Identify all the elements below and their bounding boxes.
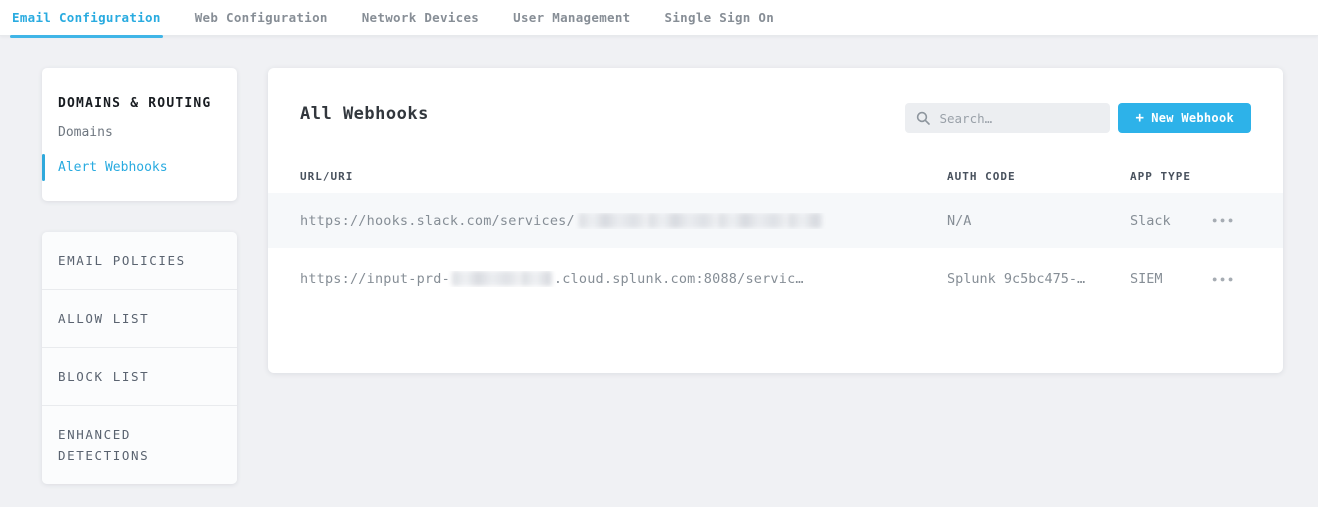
search-icon [916,111,930,125]
column-header-app-type: APP TYPE [1130,170,1208,183]
domains-routing-card: DOMAINS & ROUTING Domains Alert Webhooks [42,68,237,201]
webhook-row-slack: https://hooks.slack.com/services/ N/A Sl… [268,193,1283,248]
tab-network-devices[interactable]: Network Devices [360,0,481,36]
search-input[interactable] [905,103,1110,133]
app-type-cell: Slack [1130,213,1208,229]
new-webhook-button[interactable]: + New Webhook [1118,103,1251,133]
app-type-cell: SIEM [1130,271,1208,287]
search-box [905,103,1110,133]
webhook-url-text: https://input-prd- [300,271,450,287]
auth-code-cell: N/A [947,213,1130,229]
sidebar-item-alert-webhooks[interactable]: Alert Webhooks [42,150,237,185]
webhook-row-splunk: https://input-prd- .cloud.splunk.com:8088… [268,248,1283,310]
sidebar-item-domains[interactable]: Domains [42,115,237,150]
row-actions-button[interactable]: ●●● [1208,210,1240,231]
actions-cell: ●●● [1208,210,1251,231]
actions-cell: ●●● [1208,269,1251,290]
sidebar-item-allow-list[interactable]: ALLOW LIST [42,290,237,348]
table-header: URL/URI AUTH CODE APP TYPE [268,160,1283,193]
webhook-url-cell: https://hooks.slack.com/services/ [300,213,947,229]
sidebar-item-email-policies[interactable]: EMAIL POLICIES [42,232,237,290]
sidebar-item-label: Alert Webhooks [58,160,168,175]
ellipsis-icon: ●●● [1212,274,1236,284]
tab-user-management[interactable]: User Management [511,0,632,36]
webhooks-card: All Webhooks + New Webhook URL/URI AUTH … [268,68,1283,373]
webhook-url-cell: https://input-prd- .cloud.splunk.com:8088… [300,271,947,287]
redacted-text [452,271,552,286]
tab-web-configuration[interactable]: Web Configuration [193,0,330,36]
sidebar-item-block-list[interactable]: BLOCK LIST [42,348,237,406]
ellipsis-icon: ●●● [1212,215,1236,225]
header-actions: + New Webhook [905,103,1251,133]
sidebar: DOMAINS & ROUTING Domains Alert Webhooks… [42,68,237,484]
sidebar-item-enhanced-detections[interactable]: ENHANCED DETECTIONS [42,406,237,484]
row-actions-button[interactable]: ●●● [1208,269,1240,290]
plus-icon: + [1135,110,1144,126]
column-header-auth-code: AUTH CODE [947,170,1130,183]
sidebar-section-title: DOMAINS & ROUTING [42,82,237,115]
redacted-text [579,213,822,228]
new-webhook-label: New Webhook [1151,111,1234,125]
card-header: All Webhooks + New Webhook [268,68,1283,160]
column-header-url: URL/URI [300,170,947,183]
active-indicator [42,154,45,181]
top-nav: Email Configuration Web Configuration Ne… [0,0,1318,36]
tab-single-sign-on[interactable]: Single Sign On [663,0,777,36]
page-title: All Webhooks [300,104,429,124]
auth-code-cell: Splunk 9c5bc475-… [947,271,1130,287]
sidebar-policy-group: EMAIL POLICIES ALLOW LIST BLOCK LIST ENH… [42,232,237,484]
tab-email-configuration[interactable]: Email Configuration [10,0,163,36]
webhook-url-text: https://hooks.slack.com/services/ [300,213,575,229]
sidebar-item-label: Domains [58,125,113,140]
webhook-url-text: .cloud.splunk.com:8088/servic… [554,271,804,287]
